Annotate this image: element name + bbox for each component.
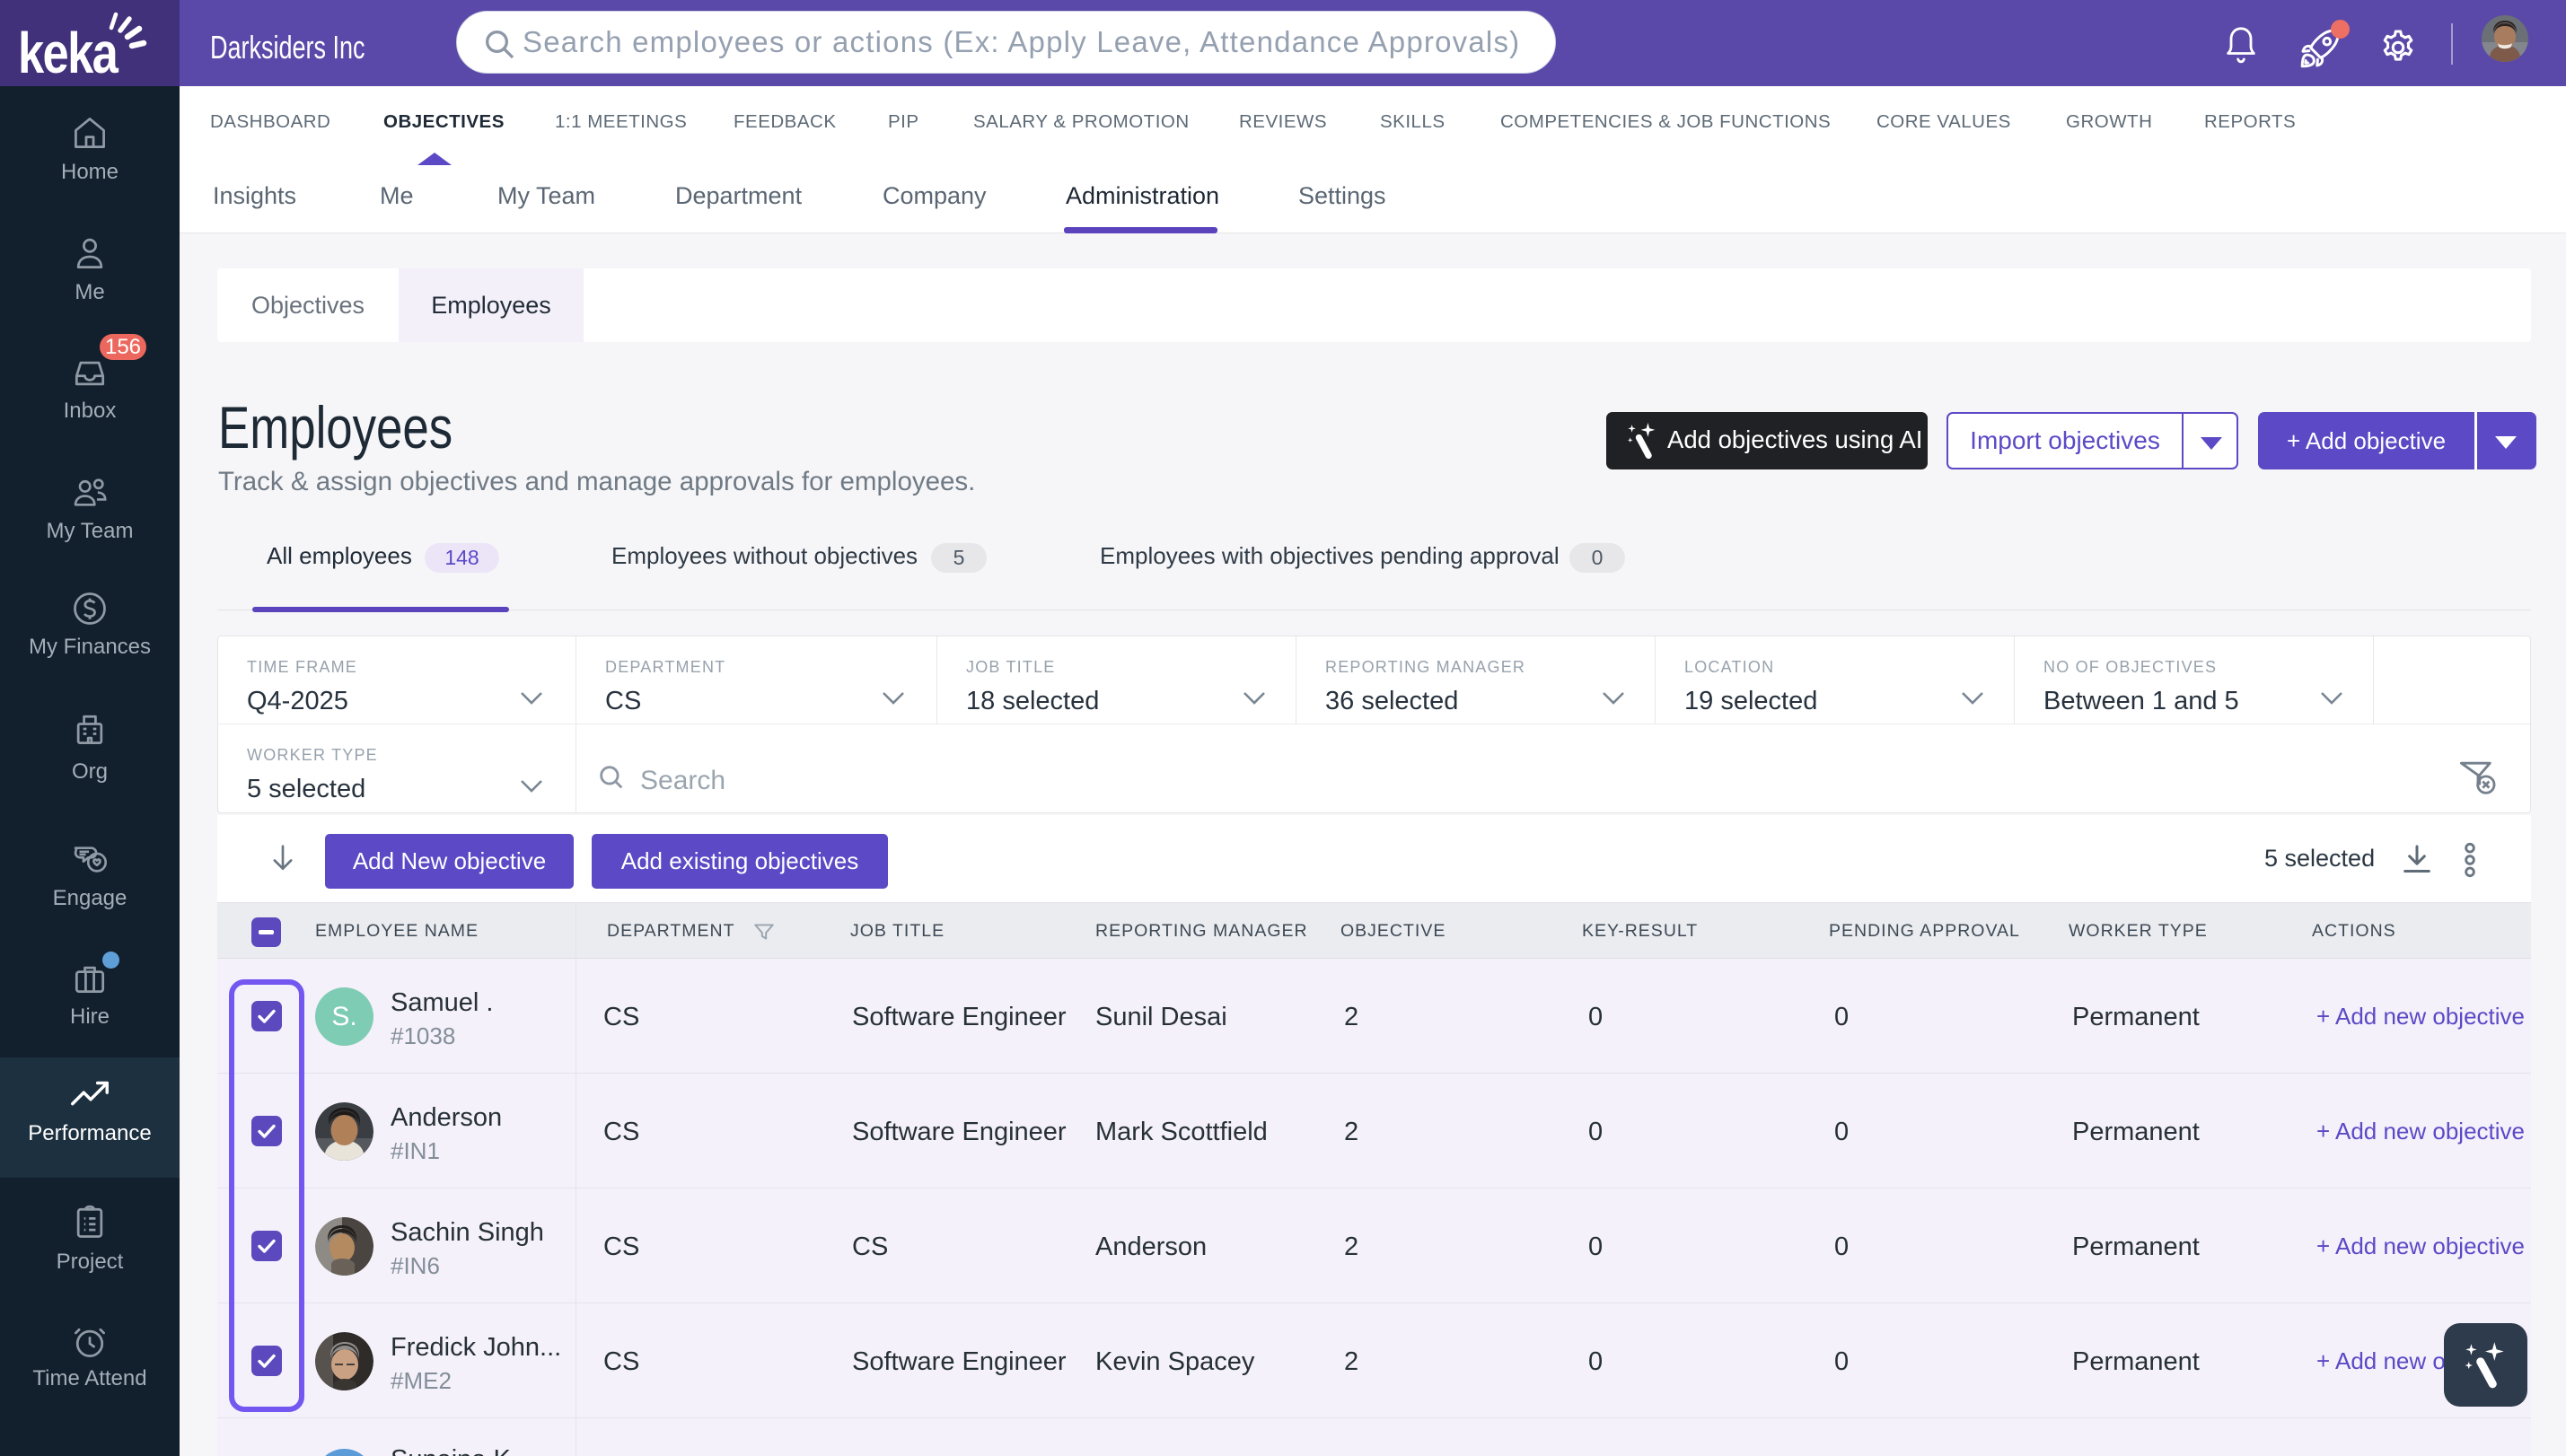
svg-text:keka: keka [18,22,119,85]
